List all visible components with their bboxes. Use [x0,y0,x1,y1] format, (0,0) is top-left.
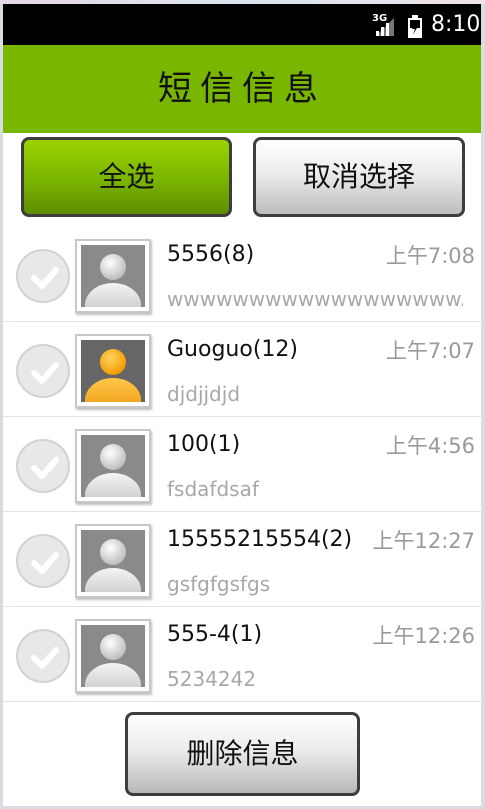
page-title: 短信信息 [158,69,326,109]
message-time: 上午7:07 [385,339,475,363]
message-time: 上午4:56 [385,434,475,458]
selection-checkbox[interactable] [16,344,70,398]
status-bar: 3G 8:10 [3,4,481,45]
message-time: 上午12:27 [372,529,475,553]
checkmark-icon [31,362,59,384]
contact-name: 5556(8) [167,242,255,267]
message-preview: wwwwwwwwwwwwwwwwww. [167,287,463,311]
app-header: 短信信息 [3,45,481,133]
selection-checkbox[interactable] [16,629,70,683]
checkmark-icon [31,457,59,479]
checkmark-icon [31,267,59,289]
contact-avatar [75,524,151,598]
cancel-selection-button[interactable]: 取消选择 [253,137,465,217]
message-time: 上午7:08 [385,244,475,268]
orange-person-icon [81,340,145,402]
battery-charging-icon [407,15,423,39]
message-time: 上午12:26 [372,624,475,648]
message-list-item[interactable]: 15555215554(2) 上午12:27 gsfgfgsfgs [3,513,481,607]
contact-name: Guoguo(12) [167,337,298,362]
contact-name: 100(1) [167,432,241,457]
contact-name: 555-4(1) [167,622,263,647]
gray-person-icon [81,625,145,687]
contact-name: 15555215554(2) [167,527,353,552]
checkmark-icon [31,552,59,574]
selection-checkbox[interactable] [16,249,70,303]
signal-strength-icon [374,16,396,38]
window-frame-right [481,4,485,809]
contact-avatar [75,334,151,408]
selection-checkbox[interactable] [16,439,70,493]
gray-person-icon [81,245,145,307]
message-preview: fsdafdsaf [167,477,259,501]
message-list-item[interactable]: 555-4(1) 上午12:26 5234242 [3,608,481,702]
contact-avatar [75,619,151,693]
checkmark-icon [31,647,59,669]
gray-person-icon [81,530,145,592]
contact-avatar [75,239,151,313]
message-preview: gsfgfgsfgs [167,572,271,596]
contact-avatar [75,429,151,503]
select-all-button[interactable]: 全选 [21,137,232,217]
status-clock: 8:10 [431,12,481,37]
selection-checkbox[interactable] [16,534,70,588]
message-list-item[interactable]: Guoguo(12) 上午7:07 djdjjdjd [3,323,481,417]
delete-messages-button[interactable]: 删除信息 [125,712,360,796]
message-list-item[interactable]: 100(1) 上午4:56 fsdafdsaf [3,418,481,512]
message-preview: djdjjdjd [167,382,241,406]
message-preview: 5234242 [167,667,257,691]
message-list-item[interactable]: 5556(8) 上午7:08 wwwwwwwwwwwwwwwwww. [3,228,481,322]
gray-person-icon [81,435,145,497]
